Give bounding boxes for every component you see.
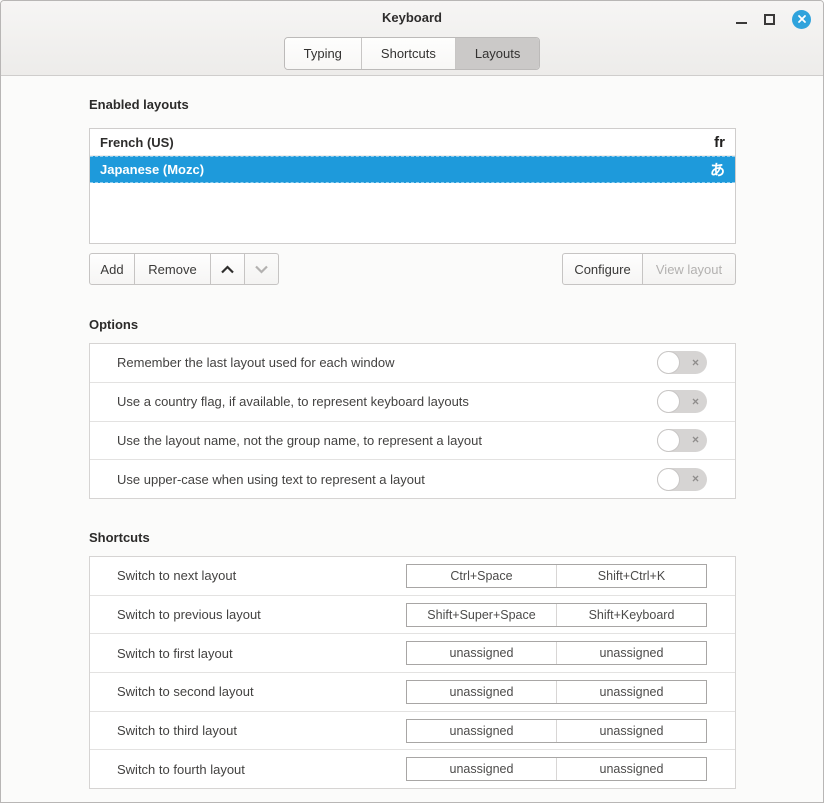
- move-down-button[interactable]: [244, 253, 279, 285]
- toggle-knob: [657, 390, 680, 413]
- add-layout-button[interactable]: Add: [89, 253, 135, 285]
- window-header: Keyboard Typing Shortcuts Layouts: [1, 1, 823, 76]
- window-controls: [736, 1, 811, 37]
- toggle-knob: [657, 468, 680, 491]
- layout-list: French (US) fr Japanese (Mozc) あ: [89, 128, 736, 244]
- toggle-layout-name[interactable]: ×: [657, 429, 707, 452]
- keybinding-cell[interactable]: unassigned: [407, 642, 556, 664]
- keybinding-group: unassigned unassigned: [406, 680, 707, 704]
- layout-indicator-icon: fr: [714, 134, 725, 151]
- layout-row-french[interactable]: French (US) fr: [90, 129, 735, 156]
- option-label: Remember the last layout used for each w…: [117, 355, 657, 370]
- toggle-knob: [657, 429, 680, 452]
- keybinding-cell[interactable]: unassigned: [407, 681, 556, 703]
- option-row-upper-case: Use upper-case when using text to repres…: [90, 459, 735, 498]
- shortcut-row-third-layout: Switch to third layout unassigned unassi…: [90, 711, 735, 750]
- configure-button[interactable]: Configure: [562, 253, 643, 285]
- layout-toolbar: Add Remove Configure View layout: [89, 253, 736, 285]
- layout-action-buttons: Configure View layout: [562, 253, 736, 285]
- keybinding-group: Ctrl+Space Shift+Ctrl+K: [406, 564, 707, 588]
- view-layout-button[interactable]: View layout: [642, 253, 736, 285]
- toggle-off-icon: ×: [692, 473, 699, 485]
- shortcut-row-next-layout: Switch to next layout Ctrl+Space Shift+C…: [90, 557, 735, 595]
- keybinding-cell[interactable]: unassigned: [556, 642, 706, 664]
- tab-shortcuts[interactable]: Shortcuts: [361, 38, 455, 69]
- minimize-icon[interactable]: [736, 1, 747, 37]
- toggle-off-icon: ×: [692, 356, 699, 368]
- keybinding-cell[interactable]: unassigned: [556, 758, 706, 780]
- shortcut-row-previous-layout: Switch to previous layout Shift+Super+Sp…: [90, 595, 735, 634]
- keyboard-settings-window: Keyboard Typing Shortcuts Layouts Enable…: [0, 0, 824, 803]
- options-heading: Options: [89, 317, 736, 333]
- shortcut-label: Switch to second layout: [117, 684, 406, 699]
- keybinding-group: unassigned unassigned: [406, 641, 707, 665]
- shortcut-row-first-layout: Switch to first layout unassigned unassi…: [90, 633, 735, 672]
- toggle-off-icon: ×: [692, 434, 699, 446]
- enabled-layouts-heading: Enabled layouts: [89, 97, 736, 113]
- keybinding-cell[interactable]: Shift+Ctrl+K: [556, 565, 706, 587]
- layout-indicator-icon: あ: [710, 159, 725, 180]
- shortcut-label: Switch to previous layout: [117, 607, 406, 622]
- layout-name: Japanese (Mozc): [100, 162, 710, 177]
- option-label: Use a country flag, if available, to rep…: [117, 394, 657, 409]
- titlebar[interactable]: Keyboard: [1, 1, 823, 37]
- keybinding-cell[interactable]: Shift+Keyboard: [556, 604, 706, 626]
- keybinding-group: unassigned unassigned: [406, 719, 707, 743]
- keybinding-cell[interactable]: unassigned: [407, 720, 556, 742]
- main-content: Enabled layouts French (US) fr Japanese …: [1, 76, 823, 789]
- keybinding-cell[interactable]: unassigned: [556, 681, 706, 703]
- close-icon[interactable]: [792, 10, 811, 29]
- keybinding-cell[interactable]: unassigned: [556, 720, 706, 742]
- window-title: Keyboard: [1, 10, 823, 25]
- option-row-remember-last-layout: Remember the last layout used for each w…: [90, 344, 735, 382]
- layout-name: French (US): [100, 135, 714, 150]
- shortcut-label: Switch to fourth layout: [117, 762, 406, 777]
- shortcuts-panel: Switch to next layout Ctrl+Space Shift+C…: [89, 556, 736, 789]
- remove-layout-button[interactable]: Remove: [134, 253, 211, 285]
- tab-typing[interactable]: Typing: [285, 38, 361, 69]
- shortcut-label: Switch to first layout: [117, 646, 406, 661]
- keybinding-cell[interactable]: Shift+Super+Space: [407, 604, 556, 626]
- shortcut-label: Switch to third layout: [117, 723, 406, 738]
- layout-row-japanese[interactable]: Japanese (Mozc) あ: [90, 156, 735, 183]
- option-row-country-flag: Use a country flag, if available, to rep…: [90, 382, 735, 421]
- shortcut-row-second-layout: Switch to second layout unassigned unass…: [90, 672, 735, 711]
- keybinding-cell[interactable]: Ctrl+Space: [407, 565, 556, 587]
- toggle-country-flag[interactable]: ×: [657, 390, 707, 413]
- toggle-knob: [657, 351, 680, 374]
- toggle-off-icon: ×: [692, 395, 699, 407]
- tab-layouts[interactable]: Layouts: [455, 38, 540, 69]
- shortcut-label: Switch to next layout: [117, 568, 406, 583]
- keybinding-group: unassigned unassigned: [406, 757, 707, 781]
- options-panel: Remember the last layout used for each w…: [89, 343, 736, 499]
- option-label: Use upper-case when using text to repres…: [117, 472, 657, 487]
- move-up-button[interactable]: [210, 253, 245, 285]
- tab-group: Typing Shortcuts Layouts: [284, 37, 541, 70]
- tab-bar: Typing Shortcuts Layouts: [1, 37, 823, 75]
- keybinding-group: Shift+Super+Space Shift+Keyboard: [406, 603, 707, 627]
- chevron-up-icon: [220, 262, 235, 277]
- option-label: Use the layout name, not the group name,…: [117, 433, 657, 448]
- shortcut-row-fourth-layout: Switch to fourth layout unassigned unass…: [90, 749, 735, 788]
- chevron-down-icon: [254, 262, 269, 277]
- maximize-icon[interactable]: [764, 14, 775, 25]
- keybinding-cell[interactable]: unassigned: [407, 758, 556, 780]
- layout-edit-buttons: Add Remove: [89, 253, 279, 285]
- shortcuts-heading: Shortcuts: [89, 530, 736, 546]
- toggle-upper-case[interactable]: ×: [657, 468, 707, 491]
- toggle-remember-last-layout[interactable]: ×: [657, 351, 707, 374]
- option-row-layout-name: Use the layout name, not the group name,…: [90, 421, 735, 460]
